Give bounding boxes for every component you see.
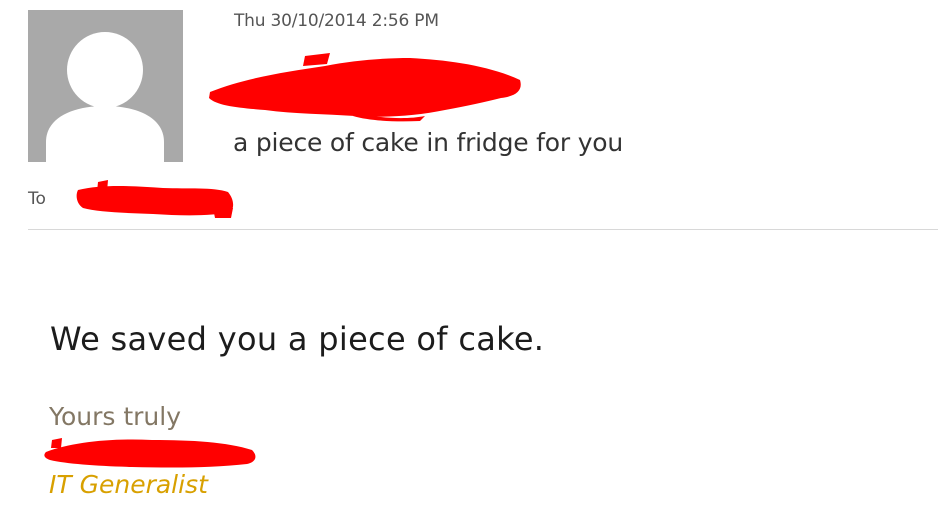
signature-signoff: Yours truly <box>49 402 182 431</box>
signature-job-title: IT Generalist <box>49 470 208 499</box>
message-body: We saved you a piece of cake. <box>50 320 545 358</box>
sender-avatar[interactable] <box>28 10 183 162</box>
to-label: To <box>28 189 46 209</box>
sender-redaction-mark <box>209 53 521 122</box>
header-divider <box>28 229 938 230</box>
signature-name-redaction-mark <box>44 438 256 468</box>
recipient-redaction-mark <box>76 180 234 218</box>
message-timestamp: Thu 30/10/2014 2:56 PM <box>234 11 439 31</box>
message-subject: a piece of cake in fridge for you <box>233 128 624 157</box>
person-icon <box>46 32 164 162</box>
